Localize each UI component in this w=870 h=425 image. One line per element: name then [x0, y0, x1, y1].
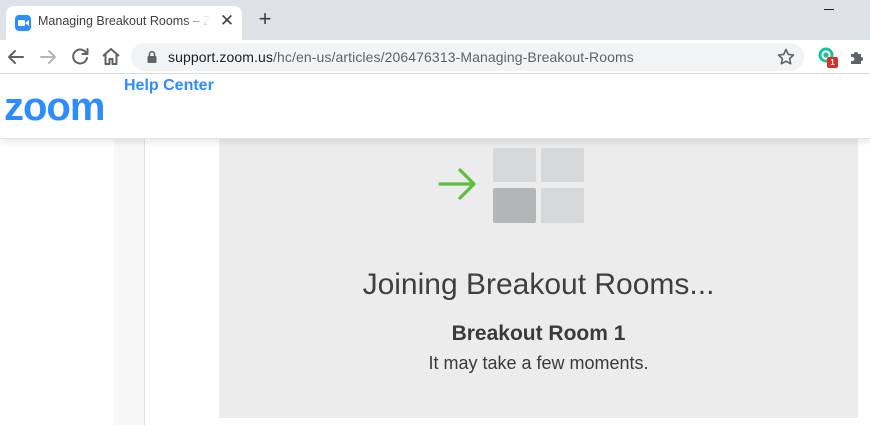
- help-center-link[interactable]: Help Center: [124, 77, 214, 95]
- joining-title: Joining Breakout Rooms...: [362, 268, 715, 301]
- sidebar-gutter: [114, 139, 145, 425]
- browser-toolbar: support.zoom.us/hc/en-us/articles/206476…: [0, 40, 870, 74]
- url-text: support.zoom.us/hc/en-us/articles/206476…: [168, 49, 634, 65]
- site-header: zoom Help Center: [0, 75, 870, 139]
- address-bar[interactable]: support.zoom.us/hc/en-us/articles/206476…: [131, 43, 804, 71]
- breakout-rooms-graphic: [438, 148, 584, 223]
- room-grid-icon: [493, 148, 584, 223]
- browser-tab[interactable]: Managing Breakout Rooms – Zoom Help Cent…: [6, 6, 242, 40]
- home-icon[interactable]: [99, 45, 123, 69]
- back-arrow-icon[interactable]: [4, 45, 28, 69]
- green-arrow-icon: [438, 168, 476, 200]
- grammarly-extension-icon[interactable]: 1: [818, 47, 838, 69]
- extensions-puzzle-icon[interactable]: [848, 48, 866, 66]
- bookmark-star-icon[interactable]: [776, 47, 796, 67]
- zoom-logo[interactable]: zoom: [4, 87, 116, 125]
- close-tab-icon[interactable]: ✕: [218, 12, 236, 30]
- lock-icon[interactable]: [145, 50, 159, 64]
- url-host: support.zoom.us: [168, 49, 273, 65]
- browser-tabstrip: Managing Breakout Rooms – Zoom Help Cent…: [0, 0, 870, 40]
- url-path: /hc/en-us/articles/206476313-Managing-Br…: [273, 49, 634, 65]
- zoom-favicon-icon: [15, 15, 31, 31]
- breakout-room-name: Breakout Room 1: [451, 322, 626, 345]
- zoom-logo-text: zoom: [4, 87, 104, 125]
- tab-title: Managing Breakout Rooms – Zoom Help Cent…: [38, 14, 210, 28]
- extension-badge: 1: [827, 57, 838, 68]
- forward-arrow-icon[interactable]: [36, 45, 60, 69]
- minimize-window-button[interactable]: [822, 2, 836, 16]
- wait-message: It may take a few moments.: [428, 353, 649, 373]
- new-tab-button[interactable]: +: [254, 8, 276, 31]
- reload-icon[interactable]: [68, 45, 92, 69]
